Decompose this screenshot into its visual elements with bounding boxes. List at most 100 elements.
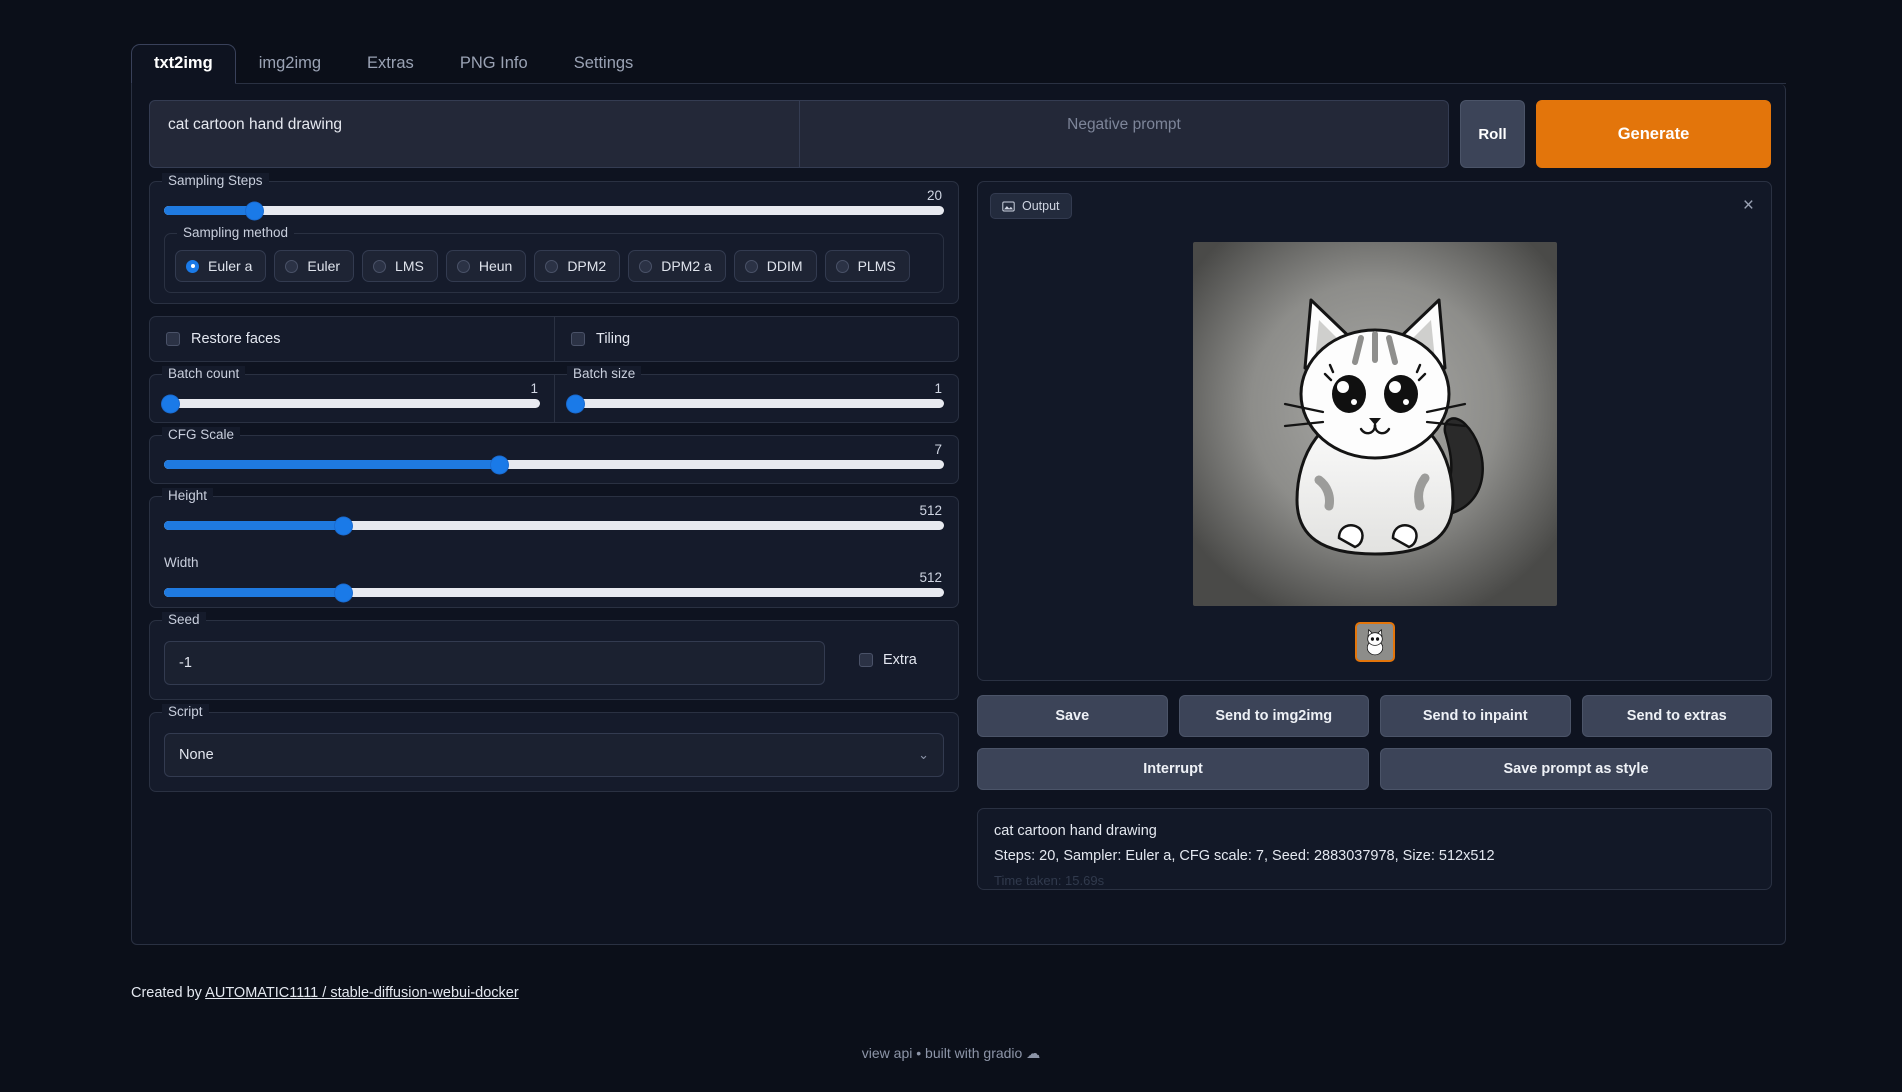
radio-dot-icon xyxy=(457,260,470,273)
radio-label: PLMS xyxy=(858,258,896,274)
extra-checkbox[interactable]: Extra xyxy=(839,620,959,700)
sampling-steps-slider[interactable] xyxy=(164,206,944,215)
batch-count-slider-wrap: 1 xyxy=(164,385,540,408)
slider-fill xyxy=(164,460,499,469)
script-label: Script xyxy=(162,704,209,719)
output-actions-row1: Save Send to img2img Send to inpaint Sen… xyxy=(977,695,1772,737)
cfg-scale-slider-wrap: 7 xyxy=(164,446,944,469)
seed-group: Seed -1 xyxy=(149,620,839,700)
seed-label: Seed xyxy=(162,612,206,627)
width-slider-wrap: 512 xyxy=(164,574,944,597)
radio-lms[interactable]: LMS xyxy=(362,250,438,282)
sampling-group: Sampling Steps 20 Sampling method Euler … xyxy=(149,181,959,304)
width-value: 512 xyxy=(919,570,942,585)
gradio-footer: view api • built with gradio ☁ xyxy=(0,1045,1902,1062)
slider-thumb[interactable] xyxy=(491,456,508,473)
tab-extras[interactable]: Extras xyxy=(344,44,437,84)
cfg-scale-group: CFG Scale 7 xyxy=(149,435,959,484)
slider-thumb[interactable] xyxy=(162,395,179,412)
sampling-method-group: Sampling method Euler a Euler LMS xyxy=(164,233,944,293)
batch-count-slider[interactable] xyxy=(164,399,540,408)
dimensions-group: Height 512 Width 512 xyxy=(149,496,959,608)
tiling-label: Tiling xyxy=(596,331,630,347)
batch-count-label: Batch count xyxy=(162,366,245,381)
checkbox-icon xyxy=(571,332,585,346)
batch-count-value: 1 xyxy=(530,381,538,396)
radio-dot-icon xyxy=(836,260,849,273)
main-tab-bar: txt2img img2img Extras PNG Info Settings xyxy=(131,44,1786,84)
radio-euler-a[interactable]: Euler a xyxy=(175,250,266,282)
txt2img-panel: cat cartoon hand drawing Negative prompt… xyxy=(131,84,1786,945)
save-prompt-as-style-button[interactable]: Save prompt as style xyxy=(1380,748,1772,790)
tab-img2img[interactable]: img2img xyxy=(236,44,344,84)
sampling-steps-value: 20 xyxy=(927,188,942,203)
roll-button[interactable]: Roll xyxy=(1460,100,1525,168)
gallery-thumbnail[interactable] xyxy=(1355,622,1395,662)
batch-size-value: 1 xyxy=(934,381,942,396)
radio-label: DDIM xyxy=(767,258,803,274)
slider-thumb[interactable] xyxy=(335,584,352,601)
seed-input[interactable]: -1 xyxy=(164,641,825,685)
tiling-checkbox[interactable]: Tiling xyxy=(554,317,958,361)
built-with-gradio-link[interactable]: built with gradio xyxy=(925,1045,1022,1061)
generated-image[interactable] xyxy=(1193,242,1557,606)
cfg-scale-value: 7 xyxy=(934,442,942,457)
cfg-scale-label: CFG Scale xyxy=(162,427,240,442)
script-selected-value: None xyxy=(179,747,214,763)
radio-dot-icon xyxy=(373,260,386,273)
send-to-inpaint-button[interactable]: Send to inpaint xyxy=(1380,695,1571,737)
prompt-row: cat cartoon hand drawing Negative prompt… xyxy=(149,100,1771,168)
radio-heun[interactable]: Heun xyxy=(446,250,526,282)
negative-prompt-input[interactable]: Negative prompt xyxy=(799,101,1448,167)
generation-info: cat cartoon hand drawing Steps: 20, Samp… xyxy=(977,808,1772,890)
save-button[interactable]: Save xyxy=(977,695,1168,737)
cat-illustration xyxy=(1193,242,1557,606)
slider-fill xyxy=(164,521,343,530)
checkbox-icon xyxy=(166,332,180,346)
sampling-method-label: Sampling method xyxy=(177,225,294,240)
radio-euler[interactable]: Euler xyxy=(274,250,354,282)
output-gallery-tab[interactable]: Output xyxy=(990,193,1072,219)
script-group: Script None ⌄ xyxy=(149,712,959,792)
radio-label: DPM2 a xyxy=(661,258,712,274)
tab-txt2img[interactable]: txt2img xyxy=(131,44,236,84)
sampling-method-radio-row: Euler a Euler LMS Heun xyxy=(175,242,933,282)
radio-ddim[interactable]: DDIM xyxy=(734,250,817,282)
tab-settings[interactable]: Settings xyxy=(551,44,657,84)
view-api-link[interactable]: view api xyxy=(862,1045,913,1061)
radio-dot-icon xyxy=(545,260,558,273)
info-time-taken: Time taken: 15.69s xyxy=(994,873,1755,888)
credit-link[interactable]: AUTOMATIC1111 / stable-diffusion-webui-d… xyxy=(205,985,519,1001)
batch-size-label: Batch size xyxy=(567,366,641,381)
slider-thumb[interactable] xyxy=(567,395,584,412)
radio-label: Euler xyxy=(307,258,340,274)
app-root: txt2img img2img Extras PNG Info Settings… xyxy=(0,0,1902,1092)
batch-count-group: Batch count 1 xyxy=(149,374,554,423)
batch-size-slider[interactable] xyxy=(569,399,944,408)
script-select[interactable]: None ⌄ xyxy=(164,733,944,777)
slider-thumb[interactable] xyxy=(335,517,352,534)
cfg-scale-slider[interactable] xyxy=(164,460,944,469)
tab-png-info[interactable]: PNG Info xyxy=(437,44,551,84)
radio-dpm2[interactable]: DPM2 xyxy=(534,250,620,282)
generate-button[interactable]: Generate xyxy=(1536,100,1771,168)
sampling-steps-label: Sampling Steps xyxy=(162,173,269,188)
restore-faces-label: Restore faces xyxy=(191,331,280,347)
send-to-img2img-button[interactable]: Send to img2img xyxy=(1179,695,1370,737)
output-column: Output × xyxy=(977,181,1772,921)
radio-dpm2-a[interactable]: DPM2 a xyxy=(628,250,726,282)
interrupt-button[interactable]: Interrupt xyxy=(977,748,1369,790)
radio-label: DPM2 xyxy=(567,258,606,274)
output-card: Output × xyxy=(977,181,1772,681)
radio-dot-icon xyxy=(186,260,199,273)
width-slider[interactable] xyxy=(164,588,944,597)
slider-thumb[interactable] xyxy=(246,202,263,219)
info-prompt: cat cartoon hand drawing xyxy=(994,823,1755,839)
radio-dot-icon xyxy=(285,260,298,273)
height-slider[interactable] xyxy=(164,521,944,530)
radio-plms[interactable]: PLMS xyxy=(825,250,910,282)
send-to-extras-button[interactable]: Send to extras xyxy=(1582,695,1773,737)
prompt-input[interactable]: cat cartoon hand drawing xyxy=(150,101,799,167)
restore-faces-checkbox[interactable]: Restore faces xyxy=(150,317,554,361)
close-icon[interactable]: × xyxy=(1743,196,1754,215)
